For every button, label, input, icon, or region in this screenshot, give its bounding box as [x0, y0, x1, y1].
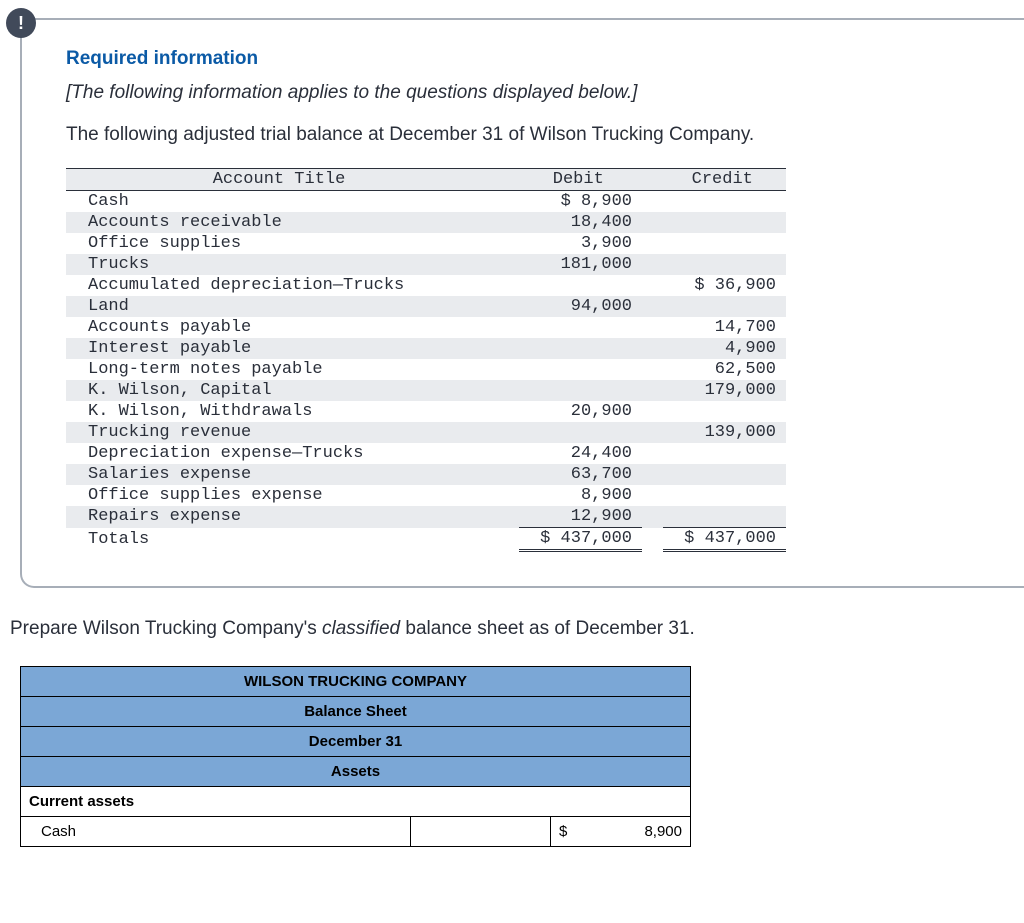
debit-cell: 20,900: [519, 401, 642, 422]
account-cell: Trucking revenue: [66, 422, 498, 443]
account-cell: Office supplies: [66, 233, 498, 254]
alert-icon: !: [6, 8, 36, 38]
debit-cell: [519, 422, 642, 443]
table-row: Trucking revenue 139,000: [66, 422, 786, 443]
account-cell: Salaries expense: [66, 464, 498, 485]
table-row: K. Wilson, Withdrawals 20,900: [66, 401, 786, 422]
credit-cell: [663, 506, 786, 528]
table-row: Long-term notes payable 62,500: [66, 359, 786, 380]
account-cell: Interest payable: [66, 338, 498, 359]
table-row: Trucks 181,000: [66, 254, 786, 275]
credit-cell: [663, 401, 786, 422]
account-cell: Repairs expense: [66, 506, 498, 528]
credit-cell: 179,000: [663, 380, 786, 401]
account-cell: Accounts payable: [66, 317, 498, 338]
prepare-instruction: Prepare Wilson Trucking Company's classi…: [10, 618, 1024, 640]
totals-debit: $ 437,000: [519, 528, 642, 551]
debit-cell: $ 8,900: [519, 191, 642, 213]
col-header-account: Account Title: [66, 169, 498, 191]
table-row: Accounts payable 14,700: [66, 317, 786, 338]
totals-credit: $ 437,000: [663, 528, 786, 551]
table-row: Accumulated depreciation—Trucks $ 36,900: [66, 275, 786, 296]
bs-entry-mid[interactable]: [411, 817, 551, 847]
table-row: Depreciation expense—Trucks 24,400: [66, 443, 786, 464]
debit-cell: 18,400: [519, 212, 642, 233]
debit-cell: 24,400: [519, 443, 642, 464]
debit-cell: 12,900: [519, 506, 642, 528]
credit-cell: $ 36,900: [663, 275, 786, 296]
applies-note: [The following information applies to th…: [66, 82, 990, 104]
debit-cell: 3,900: [519, 233, 642, 254]
table-row: Repairs expense 12,900: [66, 506, 786, 528]
table-row: Office supplies expense 8,900: [66, 485, 786, 506]
table-row: Cash $ 8,900: [66, 191, 786, 213]
table-row: K. Wilson, Capital 179,000: [66, 380, 786, 401]
credit-cell: [663, 233, 786, 254]
debit-cell: [519, 275, 642, 296]
table-row: Office supplies 3,900: [66, 233, 786, 254]
account-cell: Land: [66, 296, 498, 317]
col-header-debit: Debit: [519, 169, 642, 191]
credit-cell: [663, 296, 786, 317]
account-cell: Depreciation expense—Trucks: [66, 443, 498, 464]
intro-text: The following adjusted trial balance at …: [66, 124, 990, 146]
trial-balance-table: Account Title Debit Credit Cash$ 8,900Ac…: [66, 168, 786, 552]
bs-assets-header: Assets: [21, 757, 691, 787]
table-row: Accounts receivable 18,400: [66, 212, 786, 233]
credit-cell: 62,500: [663, 359, 786, 380]
totals-label: Totals: [66, 528, 498, 551]
bs-title: WILSON TRUCKING COMPANY: [21, 667, 691, 697]
balance-sheet-table: WILSON TRUCKING COMPANY Balance Sheet De…: [20, 666, 691, 847]
credit-cell: 4,900: [663, 338, 786, 359]
credit-cell: [663, 464, 786, 485]
bs-entry-label[interactable]: Cash: [21, 817, 411, 847]
credit-cell: [663, 212, 786, 233]
table-row: Land 94,000: [66, 296, 786, 317]
credit-cell: [663, 191, 786, 213]
debit-cell: 63,700: [519, 464, 642, 485]
credit-cell: [663, 254, 786, 275]
debit-cell: [519, 317, 642, 338]
bs-subtitle: Balance Sheet: [21, 697, 691, 727]
account-cell: Cash: [66, 191, 498, 213]
account-cell: K. Wilson, Withdrawals: [66, 401, 498, 422]
col-header-credit: Credit: [663, 169, 786, 191]
debit-cell: 8,900: [519, 485, 642, 506]
debit-cell: [519, 380, 642, 401]
bs-section-current-assets[interactable]: Current assets: [21, 787, 691, 817]
account-cell: Office supplies expense: [66, 485, 498, 506]
required-info-box: Required information [The following info…: [20, 18, 1024, 588]
account-cell: Trucks: [66, 254, 498, 275]
credit-cell: [663, 443, 786, 464]
debit-cell: [519, 359, 642, 380]
credit-cell: 139,000: [663, 422, 786, 443]
bs-date: December 31: [21, 727, 691, 757]
account-cell: Accumulated depreciation—Trucks: [66, 275, 498, 296]
table-row: Interest payable 4,900: [66, 338, 786, 359]
debit-cell: [519, 338, 642, 359]
debit-cell: 181,000: [519, 254, 642, 275]
credit-cell: 14,700: [663, 317, 786, 338]
table-row: Salaries expense 63,700: [66, 464, 786, 485]
credit-cell: [663, 485, 786, 506]
account-cell: Long-term notes payable: [66, 359, 498, 380]
debit-cell: 94,000: [519, 296, 642, 317]
required-title: Required information: [66, 48, 990, 70]
bs-entry-amount[interactable]: $8,900: [551, 817, 691, 847]
account-cell: K. Wilson, Capital: [66, 380, 498, 401]
account-cell: Accounts receivable: [66, 212, 498, 233]
